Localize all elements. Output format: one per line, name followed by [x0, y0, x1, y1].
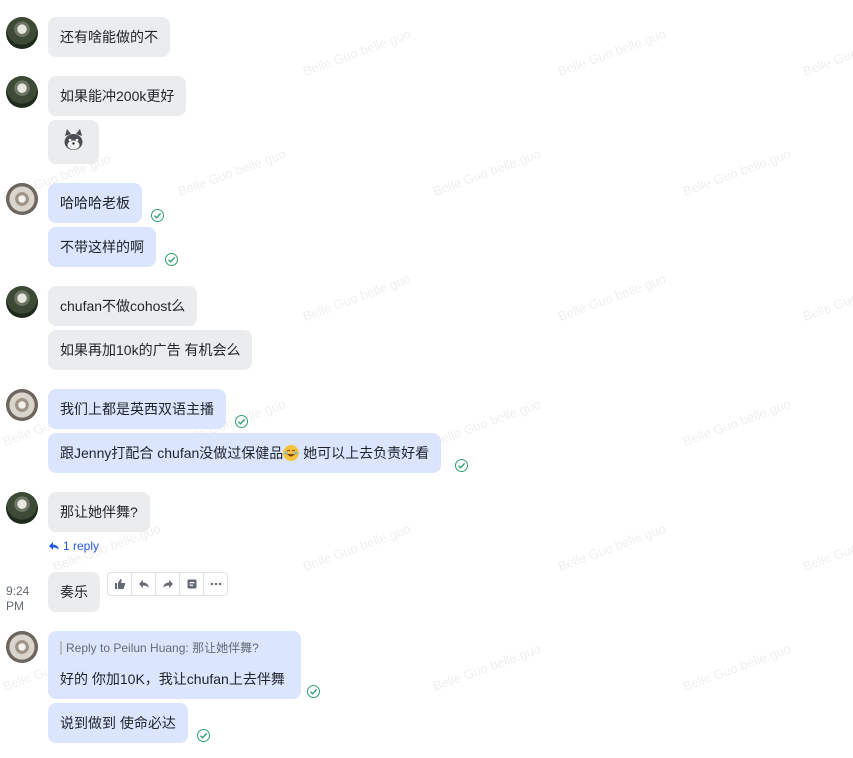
thumbs-up-button[interactable] [108, 573, 132, 595]
timestamp-part: 9:24 [6, 584, 30, 598]
more-icon [210, 582, 221, 586]
watermark: Belle Guo belle.guo [680, 146, 793, 199]
sticker-message[interactable] [48, 120, 99, 164]
message-bubble[interactable]: 跟Jenny打配合 chufan没做过保健品 她可以上去负责好看 [48, 433, 442, 473]
watermark: Belle Guo belle.guo [555, 26, 668, 79]
avatar[interactable] [6, 17, 38, 49]
watermark: Belle Guo belle.guo [800, 521, 853, 574]
watermark: Belle Guo belle.guo [800, 271, 853, 324]
reply-icon [138, 580, 149, 588]
message-bubble[interactable]: 还有啥能做的不 [48, 17, 170, 57]
more-button[interactable] [204, 573, 227, 595]
quoted-reference[interactable]: Reply to Peilun Huang: 那让她伴舞? [60, 641, 259, 655]
message-bubble[interactable]: 说到做到 使命必达 [48, 703, 188, 743]
read-check-icon [151, 209, 164, 222]
watermark: Belle Guo belle.guo [300, 26, 413, 79]
message-timestamp: 9:24 PM [6, 584, 29, 614]
avatar[interactable] [6, 76, 38, 108]
watermark: Belle Guo belle.guo [800, 26, 853, 79]
pin-icon [187, 579, 196, 589]
watermark: Belle Guo belle.guo [300, 521, 413, 574]
watermark: Belle Guo belle.guo [300, 271, 413, 324]
message-bubble[interactable]: 我们上都是英西双语主播 [48, 389, 226, 429]
watermark: Belle Guo belle.guo [555, 521, 668, 574]
avatar[interactable] [6, 631, 38, 663]
watermark: Belle Guo belle.guo [430, 641, 543, 694]
watermark: Belle Guo belle.guo [555, 271, 668, 324]
avatar[interactable] [6, 389, 38, 421]
watermark: Belle Guo belle.guo [680, 396, 793, 449]
forward-button[interactable] [156, 573, 180, 595]
quote-label: Reply to Peilun Huang: [66, 641, 189, 655]
read-check-icon [455, 459, 468, 472]
message-bubble[interactable]: 不带这样的啊 [48, 227, 156, 267]
avatar[interactable] [6, 286, 38, 318]
pin-button[interactable] [180, 573, 204, 595]
message-bubble[interactable]: chufan不做cohost么 [48, 286, 198, 326]
watermark: Belle Guo belle.guo [430, 396, 543, 449]
husky-sticker-icon [64, 129, 83, 150]
message-bubble[interactable]: 如果再加10k的广告 有机会么 [48, 330, 253, 370]
reply-button[interactable] [132, 573, 156, 595]
read-check-icon [307, 685, 320, 698]
thumbs-up-icon [114, 579, 125, 589]
message-bubble[interactable]: 如果能冲200k更好 [48, 76, 187, 116]
reply-count: 1 reply [63, 539, 100, 553]
timestamp-part: PM [6, 599, 24, 613]
read-check-icon [235, 415, 248, 428]
message-action-toolbar [107, 572, 228, 596]
message-text: 她可以上去负责好看 [299, 445, 430, 461]
message-bubble[interactable]: 那让她伴舞? [48, 492, 150, 532]
message-bubble[interactable]: 奏乐 [48, 572, 100, 612]
read-check-icon [197, 729, 210, 742]
laughing-emoji-icon [283, 445, 300, 461]
watermark: Belle Guo belle.guo [175, 146, 288, 199]
avatar[interactable] [6, 492, 38, 524]
watermark: Belle Guo belle.guo [430, 146, 543, 199]
reply-arrow-icon [49, 542, 59, 550]
thread-reply-link[interactable]: 1 reply [48, 539, 99, 553]
quote-text: 那让她伴舞? [192, 641, 259, 655]
message-text: 跟Jenny打配合 chufan没做过保健品 [60, 445, 284, 461]
avatar[interactable] [6, 183, 38, 215]
message-text: 好的 你加10K，我让chufan上去伴舞 [60, 671, 285, 687]
read-check-icon [165, 253, 178, 266]
reply-message-bubble[interactable]: Reply to Peilun Huang: 那让她伴舞? 好的 你加10K，我… [48, 631, 301, 699]
message-bubble[interactable]: 哈哈哈老板 [48, 183, 142, 223]
forward-icon [162, 580, 173, 588]
watermark: Belle Guo belle.guo [680, 641, 793, 694]
